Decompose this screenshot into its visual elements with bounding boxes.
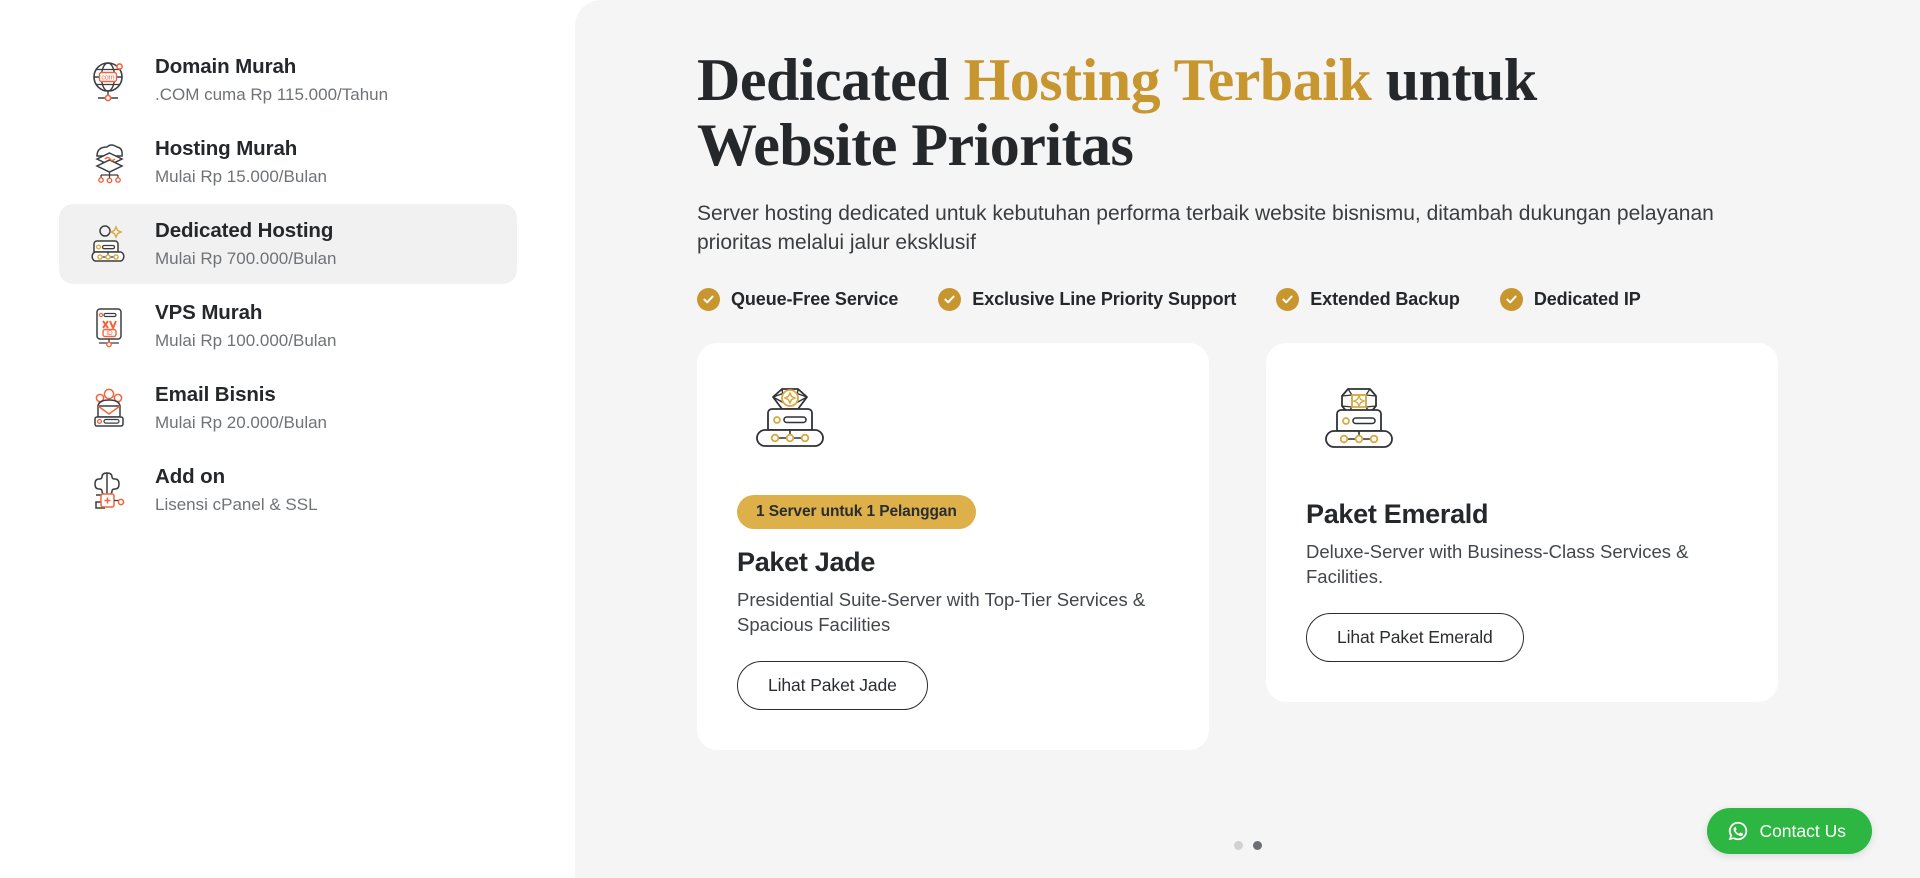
page-title-part1: Dedicated <box>697 47 964 113</box>
contact-us-button[interactable]: Contact Us <box>1707 808 1872 854</box>
view-package-jade-button[interactable]: Lihat Paket Jade <box>737 661 928 711</box>
package-title: Paket Emerald <box>1306 498 1489 529</box>
feature-label: Extended Backup <box>1310 288 1460 309</box>
email-people-icon <box>87 382 133 434</box>
globe-com-icon: com <box>87 54 133 106</box>
sidebar-item-subtitle: Mulai Rp 700.000/Bulan <box>155 248 337 268</box>
check-circle-icon <box>938 287 962 311</box>
hosting-layers-icon <box>87 136 133 188</box>
sidebar-item-title: Hosting Murah <box>155 137 298 161</box>
package-card-jade[interactable]: 1 Server untuk 1 Pelanggan Paket Jade Pr… <box>697 342 1209 751</box>
dedicated-server-icon <box>87 218 133 270</box>
product-sidebar: com Domain Murah .COM cuma Rp 115.000/Ta… <box>0 0 575 878</box>
feature-item-extended-backup: Extended Backup <box>1276 287 1460 311</box>
page-subtitle: Server hosting dedicated untuk kebutuhan… <box>697 201 1714 254</box>
contact-us-label: Contact Us <box>1759 820 1846 841</box>
check-circle-icon <box>1499 287 1523 311</box>
package-card-emerald[interactable]: Paket Emerald Deluxe-Server with Busines… <box>1266 342 1778 703</box>
page-root: com Domain Murah .COM cuma Rp 115.000/Ta… <box>0 0 1920 878</box>
main-content-panel: Dedicated Hosting Terbaik untuk Website … <box>575 0 1920 878</box>
sidebar-item-title: Dedicated Hosting <box>155 219 334 243</box>
feature-label: Queue-Free Service <box>731 288 899 309</box>
package-card-list: 1 Server untuk 1 Pelanggan Paket Jade Pr… <box>697 342 1920 751</box>
puzzle-plus-icon <box>87 464 133 516</box>
sidebar-item-subtitle: Mulai Rp 20.000/Bulan <box>155 412 328 432</box>
feature-list: Queue-Free Service Exclusive Line Priori… <box>697 287 1920 311</box>
sidebar-item-list: com Domain Murah .COM cuma Rp 115.000/Ta… <box>0 40 575 530</box>
sidebar-item-text: VPS Murah Mulai Rp 100.000/Bulan <box>155 301 336 351</box>
sidebar-item-title: VPS Murah <box>155 301 263 325</box>
vps-id-icon: ID <box>87 300 133 352</box>
sidebar-item-text: Dedicated Hosting Mulai Rp 700.000/Bulan <box>155 219 336 269</box>
sidebar-item-text: Add on Lisensi cPanel & SSL <box>155 465 318 515</box>
carousel-dot-2[interactable] <box>1252 841 1262 850</box>
svg-text:ID: ID <box>106 330 113 337</box>
view-package-emerald-button[interactable]: Lihat Paket Emerald <box>1306 613 1524 663</box>
package-title: Paket Jade <box>737 546 876 577</box>
page-title: Dedicated Hosting Terbaik untuk Website … <box>697 48 1727 178</box>
sidebar-item-domain-murah[interactable]: com Domain Murah .COM cuma Rp 115.000/Ta… <box>59 40 517 120</box>
feature-label: Dedicated IP <box>1533 288 1641 309</box>
sidebar-item-vps-murah[interactable]: ID VPS Murah Mulai Rp 100.000/Bulan <box>59 286 517 366</box>
package-description: Presidential Suite-Server with Top-Tier … <box>737 588 1146 635</box>
sidebar-item-title: Domain Murah <box>155 55 297 79</box>
emerald-server-icon <box>1306 377 1738 481</box>
feature-item-dedicated-ip: Dedicated IP <box>1499 287 1641 311</box>
sidebar-item-dedicated-hosting[interactable]: Dedicated Hosting Mulai Rp 700.000/Bulan <box>59 204 517 284</box>
sidebar-item-subtitle: Lisensi cPanel & SSL <box>155 494 318 514</box>
whatsapp-icon <box>1727 820 1749 842</box>
sidebar-item-subtitle: Mulai Rp 100.000/Bulan <box>155 330 337 350</box>
package-badge: 1 Server untuk 1 Pelanggan <box>737 494 976 529</box>
check-circle-icon <box>1276 287 1300 311</box>
carousel-dot-1[interactable] <box>1233 841 1243 850</box>
check-circle-icon <box>697 287 720 311</box>
sidebar-item-hosting-murah[interactable]: Hosting Murah Mulai Rp 15.000/Bulan <box>59 122 517 202</box>
sidebar-item-subtitle: .COM cuma Rp 115.000/Tahun <box>155 84 389 104</box>
sidebar-item-text: Email Bisnis Mulai Rp 20.000/Bulan <box>155 383 327 433</box>
carousel-pagination <box>1233 841 1262 850</box>
feature-label: Exclusive Line Priority Support <box>972 288 1237 309</box>
sidebar-item-text: Domain Murah .COM cuma Rp 115.000/Tahun <box>155 55 388 105</box>
sidebar-item-add-on[interactable]: Add on Lisensi cPanel & SSL <box>59 450 517 530</box>
page-title-highlight: Hosting Terbaik <box>963 47 1372 113</box>
sidebar-item-email-bisnis[interactable]: Email Bisnis Mulai Rp 20.000/Bulan <box>59 368 517 448</box>
jade-server-icon <box>737 377 1169 481</box>
feature-item-exclusive-line-priority-support: Exclusive Line Priority Support <box>938 287 1237 311</box>
feature-item-queue-free-service: Queue-Free Service <box>697 287 899 311</box>
sidebar-item-subtitle: Mulai Rp 15.000/Bulan <box>155 166 328 186</box>
svg-text:com: com <box>101 74 114 81</box>
package-description: Deluxe-Server with Business-Class Servic… <box>1306 540 1689 587</box>
sidebar-item-title: Add on <box>155 465 225 489</box>
sidebar-item-title: Email Bisnis <box>155 383 276 407</box>
sidebar-item-text: Hosting Murah Mulai Rp 15.000/Bulan <box>155 137 327 187</box>
